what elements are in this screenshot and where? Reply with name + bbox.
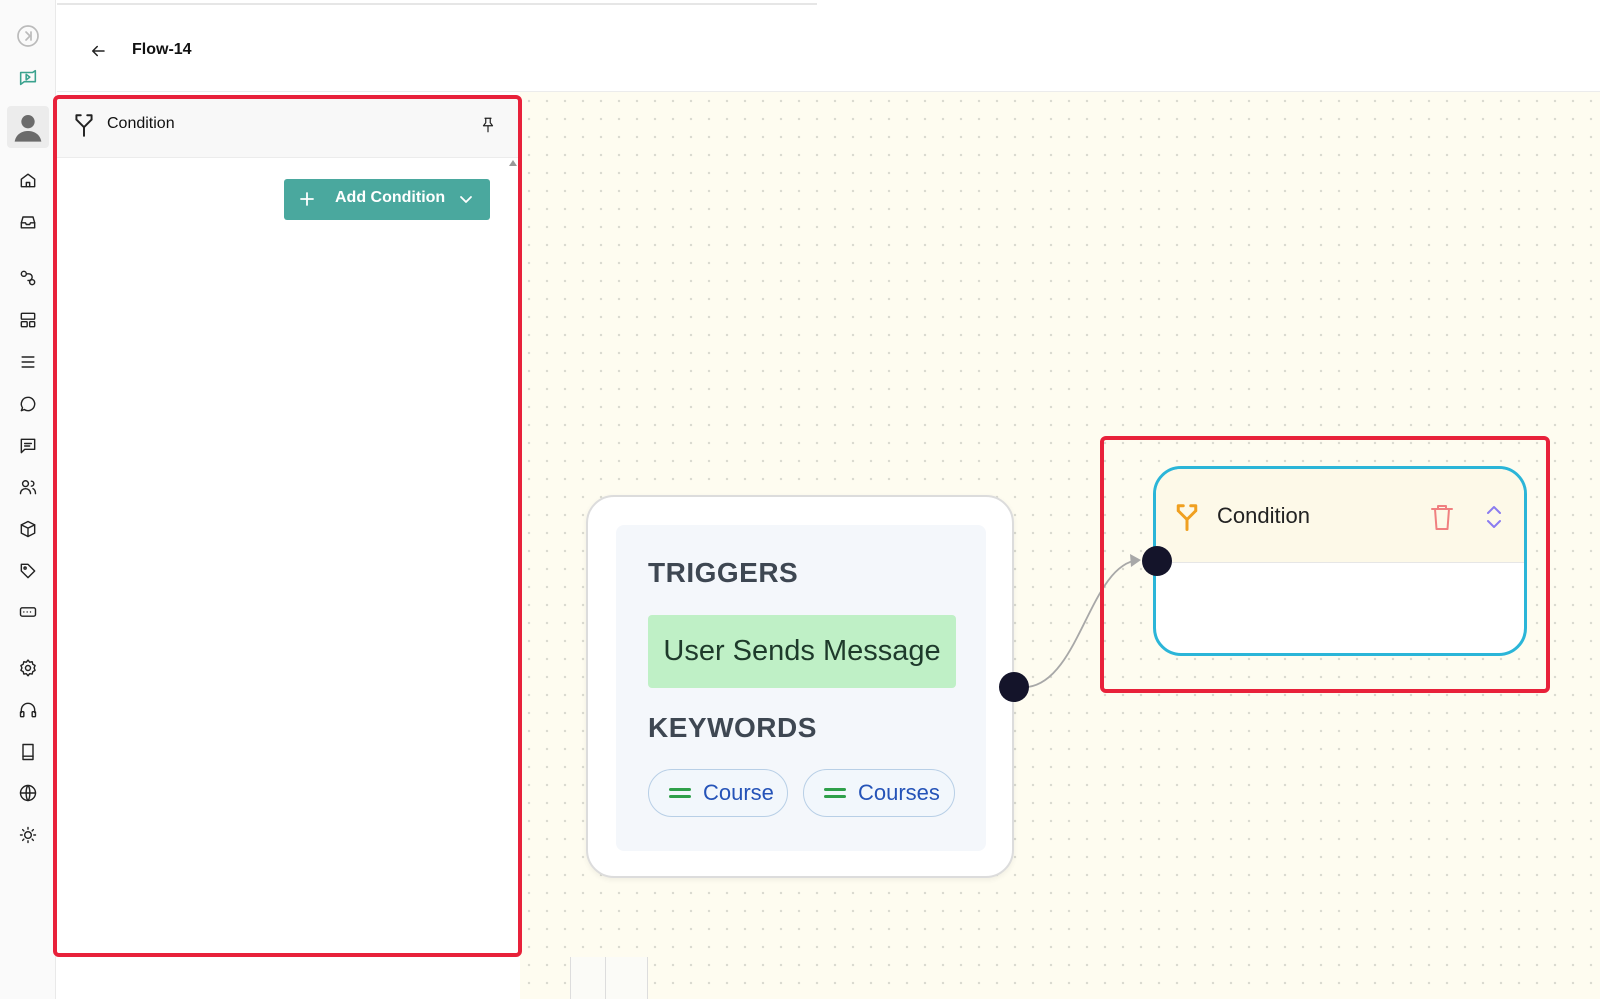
home-icon[interactable] — [14, 166, 42, 194]
condition-panel: Condition Add Condition — [57, 98, 519, 955]
box-icon[interactable] — [14, 515, 42, 543]
scroll-up-icon[interactable] — [509, 160, 517, 166]
trigger-node-body: TRIGGERS User Sends Message KEYWORDS Cou… — [616, 525, 986, 851]
keyword-chip[interactable]: Courses — [803, 769, 955, 817]
equals-icon — [669, 786, 691, 800]
split-arrow-icon — [71, 112, 97, 138]
chat-bubble-icon[interactable] — [14, 390, 42, 418]
plus-icon — [298, 190, 316, 208]
output-handle[interactable] — [999, 672, 1029, 702]
trash-icon[interactable] — [1428, 502, 1456, 532]
trigger-pill[interactable]: User Sends Message — [648, 615, 956, 688]
book-icon[interactable] — [14, 738, 42, 766]
condition-node[interactable]: Condition — [1153, 466, 1527, 656]
globe-icon[interactable] — [14, 779, 42, 807]
keywords-heading: KEYWORDS — [648, 712, 817, 743]
canvas-bottom-control[interactable] — [570, 957, 648, 999]
left-rail — [0, 0, 56, 999]
message-square-icon[interactable] — [14, 432, 42, 460]
keyword-label: Course — [703, 780, 774, 805]
inbox-icon[interactable] — [14, 208, 42, 236]
avatar[interactable] — [7, 106, 49, 148]
settings-icon[interactable] — [14, 654, 42, 682]
avatar-icon — [14, 115, 42, 142]
flow-builder-icon[interactable] — [14, 64, 42, 92]
keyword-label: Courses — [858, 780, 940, 805]
back-arrow-icon[interactable] — [87, 40, 109, 62]
add-condition-button[interactable]: Add Condition — [284, 179, 490, 220]
add-condition-label: Add Condition — [335, 189, 446, 206]
card-icon[interactable] — [14, 598, 42, 626]
list-icon[interactable] — [14, 348, 42, 376]
triggers-heading: TRIGGERS — [648, 557, 799, 588]
expand-collapse-icon[interactable] — [1483, 503, 1505, 531]
top-bar: Flow-14 — [57, 0, 1600, 92]
condition-node-header: Condition — [1156, 469, 1524, 563]
users-icon[interactable] — [14, 473, 42, 501]
panel-title: Condition — [107, 115, 175, 132]
keyword-chip[interactable]: Course — [648, 769, 788, 817]
pin-icon[interactable] — [477, 114, 499, 136]
flow-title: Flow-14 — [132, 41, 192, 58]
workflow-icon[interactable] — [14, 264, 42, 292]
split-arrow-icon — [1172, 502, 1202, 532]
input-handle[interactable] — [1142, 546, 1172, 576]
condition-node-title: Condition — [1217, 503, 1310, 528]
headphones-icon[interactable] — [14, 696, 42, 724]
tag-icon[interactable] — [14, 557, 42, 585]
equals-icon — [824, 786, 846, 800]
sun-icon[interactable] — [14, 821, 42, 849]
divider — [57, 3, 817, 5]
layout-icon[interactable] — [14, 306, 42, 334]
panel-header: Condition — [57, 98, 519, 158]
collapse-icon[interactable] — [14, 22, 42, 50]
chevron-down-icon[interactable] — [458, 191, 474, 207]
trigger-node[interactable]: TRIGGERS User Sends Message KEYWORDS Cou… — [586, 495, 1014, 878]
